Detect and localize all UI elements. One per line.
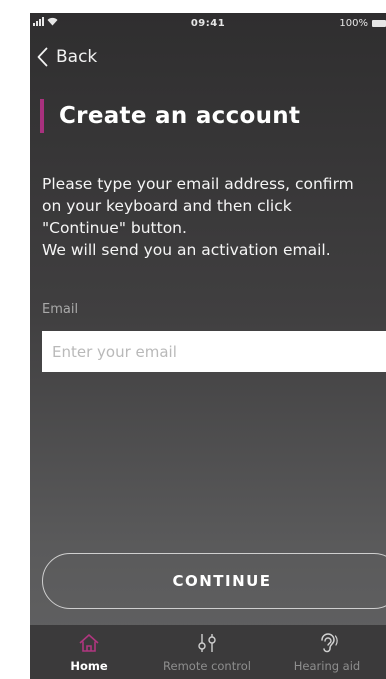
app-screen: 09:41 100% Back Create an account Please… xyxy=(30,13,386,679)
bottom-tab-bar: Home Remote control Hearing aid xyxy=(30,625,386,679)
instruction-line: Please type your email address, confirm xyxy=(42,175,354,193)
ear-icon xyxy=(316,631,338,655)
instructions-text: Please type your email address, confirm … xyxy=(42,173,386,261)
status-right: 100% xyxy=(339,18,386,29)
tab-hearing-aid[interactable]: Hearing aid xyxy=(268,631,386,673)
email-label: Email xyxy=(42,302,79,317)
status-time: 09:41 xyxy=(190,18,226,29)
back-button[interactable]: Back xyxy=(37,45,97,69)
home-icon xyxy=(78,631,100,655)
battery-percent: 100% xyxy=(339,18,368,29)
back-label: Back xyxy=(56,47,98,67)
continue-button[interactable]: CONTINUE xyxy=(42,553,386,609)
tab-hearing-aid-label: Hearing aid xyxy=(293,659,361,673)
sliders-icon xyxy=(195,631,219,655)
tab-home[interactable]: Home xyxy=(30,631,148,673)
instruction-line: on your keyboard and then click xyxy=(42,197,292,215)
email-field[interactable] xyxy=(42,331,386,372)
tab-home-label: Home xyxy=(70,659,108,673)
instruction-line: "Continue" button. xyxy=(42,219,187,237)
chevron-left-icon xyxy=(37,47,48,67)
page-title: Create an account xyxy=(59,103,301,129)
title-block: Create an account xyxy=(40,99,300,133)
tab-remote-control[interactable]: Remote control xyxy=(148,631,266,673)
tab-remote-control-label: Remote control xyxy=(163,659,251,673)
instruction-line: We will send you an activation email. xyxy=(42,241,331,259)
title-accent-bar xyxy=(40,99,44,133)
status-bar: 09:41 100% xyxy=(30,13,386,35)
battery-icon xyxy=(372,20,386,27)
